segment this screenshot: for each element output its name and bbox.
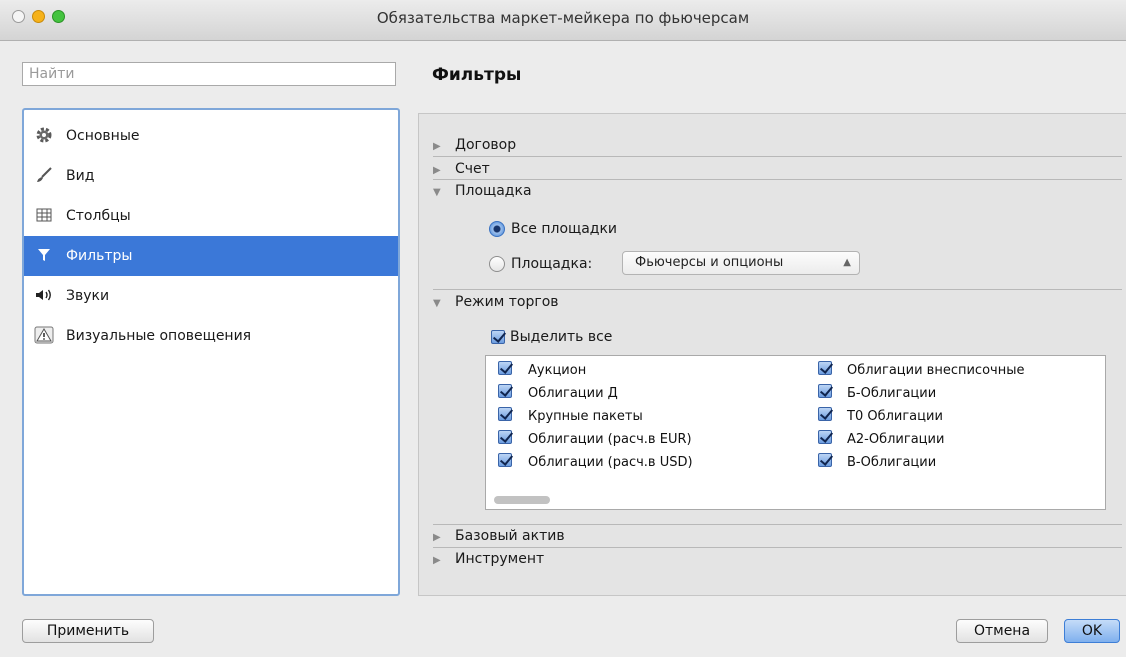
section-label: Инструмент bbox=[455, 551, 545, 567]
trading-mode-checkbox[interactable] bbox=[818, 430, 832, 444]
updown-arrows-icon: ▲ bbox=[843, 257, 851, 268]
sidebar-item-visual-alerts[interactable]: Визуальные оповещения bbox=[24, 316, 398, 356]
search-input[interactable] bbox=[22, 62, 396, 86]
page-title: Фильтры bbox=[432, 65, 522, 85]
section-contract[interactable]: ▶ Договор bbox=[433, 136, 516, 156]
section-instrument[interactable]: ▶ Инструмент bbox=[433, 550, 544, 570]
scrollbar-thumb[interactable] bbox=[494, 496, 550, 504]
section-label: Режим торгов bbox=[455, 294, 559, 310]
sidebar-item-view[interactable]: Вид bbox=[24, 156, 398, 196]
title-bar: Обязательства маркет-мейкера по фьючерса… bbox=[0, 0, 1126, 41]
sidebar-item-label: Фильтры bbox=[66, 248, 133, 264]
platform-radio[interactable] bbox=[489, 256, 505, 272]
warning-icon bbox=[34, 326, 54, 346]
trading-mode-checkbox[interactable] bbox=[498, 430, 512, 444]
apply-button[interactable]: Применить bbox=[22, 619, 154, 643]
divider bbox=[433, 547, 1122, 548]
section-label: Договор bbox=[455, 137, 517, 153]
trading-mode-label: Т0 Облигации bbox=[847, 409, 943, 424]
trading-mode-label: Облигации внесписочные bbox=[847, 363, 1025, 378]
trading-mode-label: А2-Облигации bbox=[847, 432, 945, 447]
preferences-window: Обязательства маркет-мейкера по фьючерса… bbox=[0, 0, 1126, 657]
speaker-icon bbox=[34, 286, 54, 306]
trading-mode-checkbox[interactable] bbox=[498, 384, 512, 398]
divider bbox=[433, 289, 1122, 290]
sidebar-item-columns[interactable]: Столбцы bbox=[24, 196, 398, 236]
section-label: Площадка bbox=[455, 183, 532, 199]
divider bbox=[433, 524, 1122, 525]
platform-select[interactable]: Фьючерсы и опционы ▲ bbox=[622, 251, 860, 275]
ok-button[interactable]: OK bbox=[1064, 619, 1120, 643]
section-label: Счет bbox=[455, 161, 490, 177]
sidebar: Основные Вид Столбцы Фильтры Звуки Визуа… bbox=[22, 108, 400, 596]
trading-mode-checkbox[interactable] bbox=[498, 361, 512, 375]
section-label: Базовый актив bbox=[455, 528, 565, 544]
window-title: Обязательства маркет-мейкера по фьючерса… bbox=[376, 9, 750, 27]
sidebar-item-sounds[interactable]: Звуки bbox=[24, 276, 398, 316]
gear-icon bbox=[34, 126, 54, 146]
disclosure-down-icon: ▼ bbox=[433, 187, 441, 198]
trading-mode-label: Облигации (расч.в EUR) bbox=[528, 432, 692, 447]
section-account[interactable]: ▶ Счет bbox=[433, 160, 490, 180]
filter-icon bbox=[34, 246, 54, 266]
divider bbox=[433, 179, 1122, 180]
disclosure-right-icon: ▶ bbox=[433, 555, 441, 566]
sidebar-item-label: Визуальные оповещения bbox=[66, 328, 252, 344]
select-all-checkbox[interactable] bbox=[491, 330, 505, 344]
disclosure-right-icon: ▶ bbox=[433, 141, 441, 152]
filters-panel: ▶ Договор ▶ Счет ▼ Площадка Все площадки Пл… bbox=[418, 113, 1126, 596]
trading-mode-label: Крупные пакеты bbox=[528, 409, 643, 424]
section-platform[interactable]: ▼ Площадка bbox=[433, 182, 532, 202]
brush-icon bbox=[34, 166, 54, 186]
disclosure-right-icon: ▶ bbox=[433, 532, 441, 543]
sidebar-item-filters[interactable]: Фильтры bbox=[24, 236, 398, 276]
disclosure-right-icon: ▶ bbox=[433, 165, 441, 176]
all-platforms-radio[interactable] bbox=[489, 221, 505, 237]
sidebar-item-label: Столбцы bbox=[66, 208, 131, 224]
sidebar-item-general[interactable]: Основные bbox=[24, 116, 398, 156]
trading-mode-checkbox[interactable] bbox=[818, 453, 832, 467]
sidebar-item-label: Основные bbox=[66, 128, 140, 144]
table-icon bbox=[34, 206, 54, 226]
trading-mode-checkbox[interactable] bbox=[818, 407, 832, 421]
platform-label: Площадка: bbox=[511, 256, 593, 272]
trading-mode-checkbox[interactable] bbox=[498, 407, 512, 421]
trading-mode-label: Б-Облигации bbox=[847, 386, 937, 401]
disclosure-down-icon: ▼ bbox=[433, 298, 441, 309]
select-all-label: Выделить все bbox=[510, 329, 613, 345]
section-trading-mode[interactable]: ▼ Режим торгов bbox=[433, 293, 559, 313]
platform-select-value: Фьючерсы и опционы bbox=[635, 255, 784, 270]
sidebar-item-label: Вид bbox=[66, 168, 95, 184]
trading-mode-label: Облигации Д bbox=[528, 386, 618, 401]
horizontal-scrollbar[interactable] bbox=[488, 493, 1103, 507]
trading-mode-checkbox[interactable] bbox=[818, 361, 832, 375]
sidebar-item-label: Звуки bbox=[66, 288, 110, 304]
trading-mode-label: В-Облигации bbox=[847, 455, 937, 470]
cancel-button[interactable]: Отмена bbox=[956, 619, 1048, 643]
trading-mode-label: Аукцион bbox=[528, 363, 587, 378]
section-underlying-asset[interactable]: ▶ Базовый актив bbox=[433, 527, 565, 547]
all-platforms-label: Все площадки bbox=[511, 221, 618, 237]
trading-mode-list[interactable]: Аукцион Облигации Д Крупные пакеты Облиг… bbox=[485, 355, 1106, 510]
trading-mode-checkbox[interactable] bbox=[498, 453, 512, 467]
trading-mode-label: Облигации (расч.в USD) bbox=[528, 455, 693, 470]
trading-mode-checkbox[interactable] bbox=[818, 384, 832, 398]
divider bbox=[433, 156, 1122, 157]
